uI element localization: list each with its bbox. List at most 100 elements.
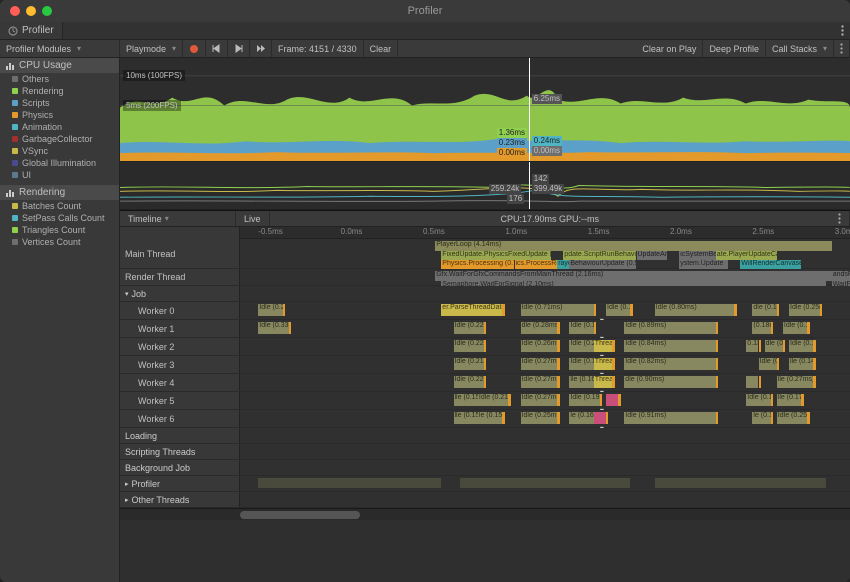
tab-overflow-menu[interactable] xyxy=(835,22,850,39)
timeline-bar[interactable]: dle (0.15me xyxy=(765,340,783,352)
timeline-bar[interactable]: lle (0.14m xyxy=(789,358,813,370)
main-thread-track[interactable]: PlayerLoop (4.14ms)FixedUpdate.PhysicsFi… xyxy=(240,239,850,268)
timeline-bar[interactable]: (0.18ms xyxy=(752,322,770,334)
timeline-bar[interactable]: UpdateAn xyxy=(637,251,668,260)
timeline-bar[interactable]: ThreadD xyxy=(594,358,612,370)
call-stacks-dropdown[interactable]: Call Stacks xyxy=(766,40,834,57)
timeline-bar[interactable]: Idle (0.19ms) xyxy=(606,304,630,316)
timeline-bar[interactable]: Idle (0.21ms) xyxy=(454,358,485,370)
legend-item-ui[interactable]: UI xyxy=(0,169,119,181)
timeline-bar[interactable]: Idle (0.15me xyxy=(569,322,593,334)
legend-item-rendering[interactable]: Rendering xyxy=(0,85,119,97)
clear-on-play-toggle[interactable]: Clear on Play xyxy=(636,40,703,57)
timeline-bar[interactable]: Idle (0.20m xyxy=(569,340,593,352)
timeline-bar[interactable]: Idle (0.27ms) xyxy=(521,376,558,388)
timeline-bar[interactable]: Idle (0.27ms) xyxy=(258,304,282,316)
timeline-bar[interactable] xyxy=(655,478,826,488)
timeline-bar[interactable]: Idle (0.22ms) xyxy=(454,322,485,334)
worker-track-5[interactable]: lle (0.15mIdle (0.21ms) Idle (0.27ms) Idle… xyxy=(240,392,850,409)
timeline-bar[interactable]: BehaviourUpdate (0.59 xyxy=(569,260,636,269)
timeline-bar[interactable]: Idle (0.25ms) xyxy=(789,304,820,316)
tab-profiler[interactable]: Profiler xyxy=(0,22,63,39)
cpu-usage-chart[interactable]: 10ms (100FPS) 5ms (200FPS) 6.25ms 1.36ms… xyxy=(120,58,850,162)
profile-mode-dropdown[interactable]: Playmode xyxy=(120,40,183,57)
timeline-bar[interactable]: dle (0.90ms) xyxy=(624,376,716,388)
timeline-bar[interactable]: Idle (0.80ms) xyxy=(655,304,734,316)
clear-button[interactable]: Clear xyxy=(364,40,399,57)
timeline-menu-button[interactable] xyxy=(830,211,850,226)
deep-profile-toggle[interactable]: Deep Profile xyxy=(703,40,766,57)
timeline-bar[interactable]: Idle (0.14ms) xyxy=(783,322,807,334)
other-threads-label[interactable]: ▸Other Threads xyxy=(120,492,240,507)
timeline-bar[interactable]: Idle (0.19ms) xyxy=(569,394,600,406)
close-window-button[interactable] xyxy=(10,6,20,16)
timeline-bar[interactable]: Idle (0.82ms) xyxy=(624,358,716,370)
timeline-ruler[interactable]: -0.5ms0.0ms0.5ms1.0ms1.5ms2.0ms2.5ms3.0m… xyxy=(240,227,850,239)
timeline-bar[interactable]: er.ParseThreadData (0.3 xyxy=(441,304,502,316)
timeline-bar[interactable]: ystem.Update xyxy=(679,260,728,269)
legend-item-animation[interactable]: Animation xyxy=(0,121,119,133)
timeline-bar[interactable]: pdate.ScriptRunBehaviourUpdate (0.62ms) xyxy=(563,251,636,260)
timeline-bar[interactable]: Idle (0.14ms) xyxy=(789,340,813,352)
background-job-label[interactable]: Background Job xyxy=(120,460,240,475)
timeline-bar[interactable]: dle (0.28ms) xyxy=(521,322,558,334)
worker-track-6[interactable]: lle (0.15mle (0.15m Idle (0.25ms) le (0.16… xyxy=(240,410,850,427)
chart-playhead[interactable] xyxy=(529,58,530,161)
record-button[interactable] xyxy=(183,40,206,57)
worker-track-2[interactable]: Idle (0.22ms)Idle (0.26ms)Idle (0.20mThr… xyxy=(240,338,850,355)
job-group-label[interactable]: ▾Job xyxy=(120,286,240,301)
minimize-window-button[interactable] xyxy=(26,6,36,16)
frame-back-button[interactable] xyxy=(206,40,228,57)
timeline-bar[interactable] xyxy=(606,394,618,406)
context-menu-button[interactable] xyxy=(834,40,850,57)
timeline-bar[interactable]: 0.13m xyxy=(746,340,758,352)
timeline-bar[interactable]: Idle (0.71ms) xyxy=(521,304,594,316)
frame-counter[interactable]: Frame: 4151 / 4330 xyxy=(272,40,364,57)
scrollbar-thumb[interactable] xyxy=(240,511,360,519)
loading-group-label[interactable]: Loading xyxy=(120,428,240,443)
worker-label-0[interactable]: Worker 0 xyxy=(120,302,240,319)
legend-item-batches-count[interactable]: Batches Count xyxy=(0,200,119,212)
render-thread-track[interactable]: Gfx.WaitForGfxCommandsFromMainThread (2.… xyxy=(240,269,850,285)
timeline-bar[interactable]: Idle (0.33ms) xyxy=(258,322,289,334)
timeline-bar[interactable]: lle (0.27ms) xyxy=(777,376,814,388)
timeline-live-toggle[interactable]: Live xyxy=(236,211,270,226)
rendering-module-header[interactable]: Rendering xyxy=(0,185,119,200)
timeline-bar[interactable]: lle (0.15m xyxy=(454,412,478,424)
timeline-bar[interactable]: Idle (0.21ms) xyxy=(478,394,509,406)
render-thread-label[interactable]: Render Thread xyxy=(120,269,240,285)
rendering-chart[interactable]: 142 259.24k 399.49k 176 xyxy=(120,162,850,210)
legend-item-vsync[interactable]: VSync xyxy=(0,145,119,157)
worker-label-1[interactable]: Worker 1 xyxy=(120,320,240,337)
timeline-bar[interactable]: Idle (0.84ms) xyxy=(624,340,716,352)
timeline-bar[interactable]: le (0.16ms xyxy=(569,412,593,424)
timeline-bar[interactable]: le (0.14m xyxy=(752,412,770,424)
timeline-bar[interactable]: Idle (0.22ms) xyxy=(454,376,485,388)
timeline-bar[interactable]: Idle (0.15m xyxy=(569,358,593,370)
timeline-bar[interactable]: WillRenderCanvases xyxy=(740,260,801,269)
profiler-modules-dropdown[interactable]: Profiler Modules xyxy=(0,40,120,57)
timeline-horizontal-scrollbar[interactable] xyxy=(120,508,850,520)
timeline-bar[interactable]: PlayerLoop (4.14ms) xyxy=(435,241,832,251)
legend-item-vertices-count[interactable]: Vertices Count xyxy=(0,236,119,248)
timeline-bar[interactable]: Idle (0.25ms) xyxy=(521,412,558,424)
worker-label-6[interactable]: Worker 6 xyxy=(120,410,240,427)
frame-forward-button[interactable] xyxy=(228,40,250,57)
timeline-bar[interactable]: Physics.Processing (0.70ms xyxy=(441,260,514,269)
profiler-charts[interactable]: 10ms (100FPS) 5ms (200FPS) 6.25ms 1.36ms… xyxy=(120,58,850,582)
timeline-bar[interactable]: Idle (0.27ms) xyxy=(521,358,558,370)
timeline-bar[interactable]: FixedUpdate.PhysicsFixedUpdate (1.23ms) xyxy=(441,251,551,260)
worker-label-3[interactable]: Worker 3 xyxy=(120,356,240,373)
maximize-window-button[interactable] xyxy=(42,6,52,16)
timeline-bar[interactable]: Idle (0.89ms) xyxy=(624,322,716,334)
worker-track-3[interactable]: Idle (0.21ms) Idle (0.27ms) Idle (0.15mThr… xyxy=(240,356,850,373)
main-thread-label[interactable]: Main Thread xyxy=(120,239,240,268)
timeline-bar[interactable]: lle (0.15m xyxy=(454,394,478,406)
legend-item-garbagecollector[interactable]: GarbageCollector xyxy=(0,133,119,145)
timeline-bar[interactable]: andsFromM xyxy=(832,271,850,281)
worker-label-2[interactable]: Worker 2 xyxy=(120,338,240,355)
timeline-bar[interactable]: Idle (0.14m xyxy=(759,358,777,370)
profiler-group-label[interactable]: ▸Profiler xyxy=(120,476,240,491)
timeline-bar[interactable]: le (0.15m xyxy=(478,412,502,424)
timeline-bar[interactable]: Idle (0.27ms) xyxy=(521,394,558,406)
